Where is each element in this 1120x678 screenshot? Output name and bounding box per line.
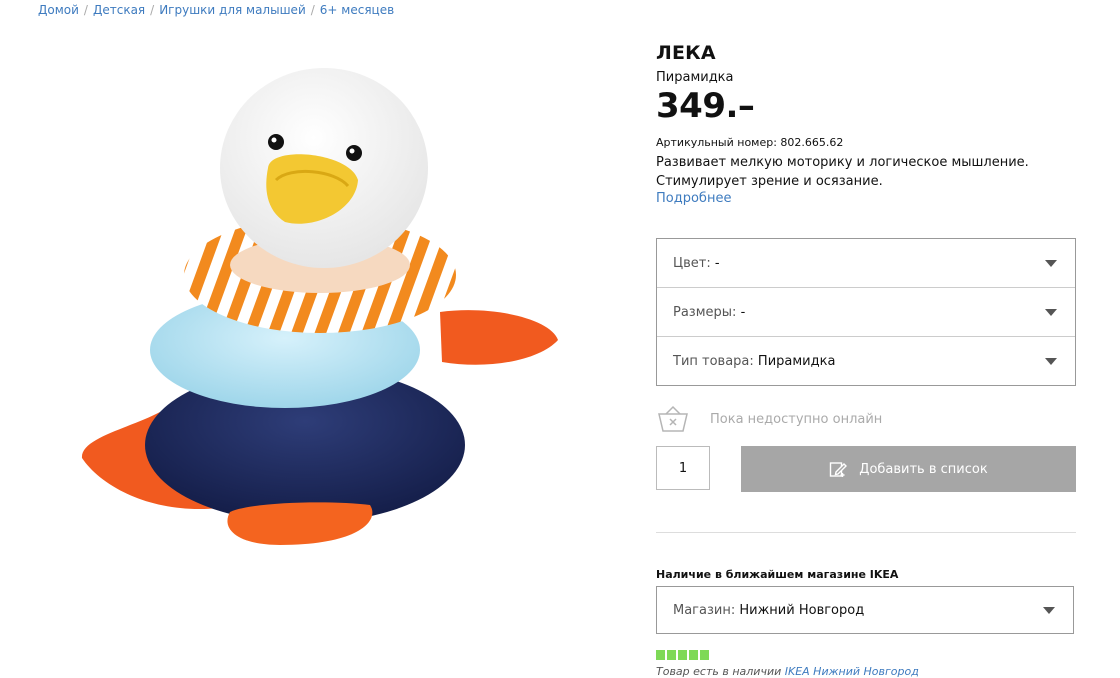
stock-level-segment [700,650,709,660]
chevron-down-icon [1043,606,1055,614]
chevron-down-icon [1045,308,1057,316]
breadcrumb-separator: / [150,3,155,17]
product-description: Развивает мелкую моторику и логическое м… [656,153,1076,191]
product-image[interactable] [70,40,570,560]
store-select[interactable]: Магазин: Нижний Новгород [656,586,1074,634]
store-select-label: Магазин: [673,602,736,618]
size-select-label: Размеры: [673,304,737,320]
product-title: ЛЕКА [656,42,716,64]
more-details-link[interactable]: Подробнее [656,191,731,206]
online-availability: Пока недоступно онлайн [656,404,882,434]
divider [656,532,1076,533]
quantity-input[interactable] [656,446,710,490]
breadcrumb-separator: / [310,3,315,17]
color-select[interactable]: Цвет: - [657,239,1075,287]
stock-level-indicator [656,650,709,660]
article-number: Артикульный номер: 802.665.62 [656,136,844,149]
chevron-down-icon [1045,357,1057,365]
color-select-value: - [714,255,720,271]
online-status-text: Пока недоступно онлайн [710,411,883,427]
breadcrumb-6-months[interactable]: 6+ месяцев [320,3,394,17]
store-availability-heading: Наличие в ближайшем магазине IKEA [656,568,899,581]
add-to-list-label: Добавить в список [859,461,988,477]
breadcrumb: Домой / Детская / Игрушки для малышей / 6+ мес… [38,3,394,17]
type-select-label: Тип товара: [673,353,754,369]
chevron-down-icon [1045,259,1057,267]
stock-status-text: Товар есть в наличии [656,665,782,678]
breadcrumb-home[interactable]: Домой [38,3,79,17]
size-select[interactable]: Размеры: - [657,287,1075,336]
basket-unavailable-icon [658,405,688,432]
type-select-value: Пирамидка [757,353,836,369]
stock-level-segment [667,650,676,660]
size-select-value: - [740,304,746,320]
breadcrumb-separator: / [83,3,88,17]
stock-level-segment [689,650,698,660]
stock-level-segment [656,650,665,660]
product-type-select[interactable]: Тип товара: Пирамидка [657,336,1075,385]
product-options: Цвет: - Размеры: - Тип товара: Пирамидка [656,238,1076,386]
stock-level-segment [678,650,687,660]
breadcrumb-baby-toys[interactable]: Игрушки для малышей [159,3,306,17]
add-to-list-button[interactable]: Добавить в список [741,446,1076,492]
product-price: 349.– [656,86,755,126]
breadcrumb-nursery[interactable]: Детская [93,3,145,17]
description-line: Стимулирует зрение и осязание. [656,174,883,189]
product-type: Пирамидка [656,70,734,85]
edit-list-icon [830,462,848,477]
description-line: Развивает мелкую моторику и логическое м… [656,155,1029,170]
store-select-value: Нижний Новгород [739,602,865,618]
stock-status: Товар есть в наличии IKEA Нижний Новгоро… [656,665,919,678]
color-select-label: Цвет: [673,255,711,271]
store-link[interactable]: IKEA Нижний Новгород [785,665,919,678]
